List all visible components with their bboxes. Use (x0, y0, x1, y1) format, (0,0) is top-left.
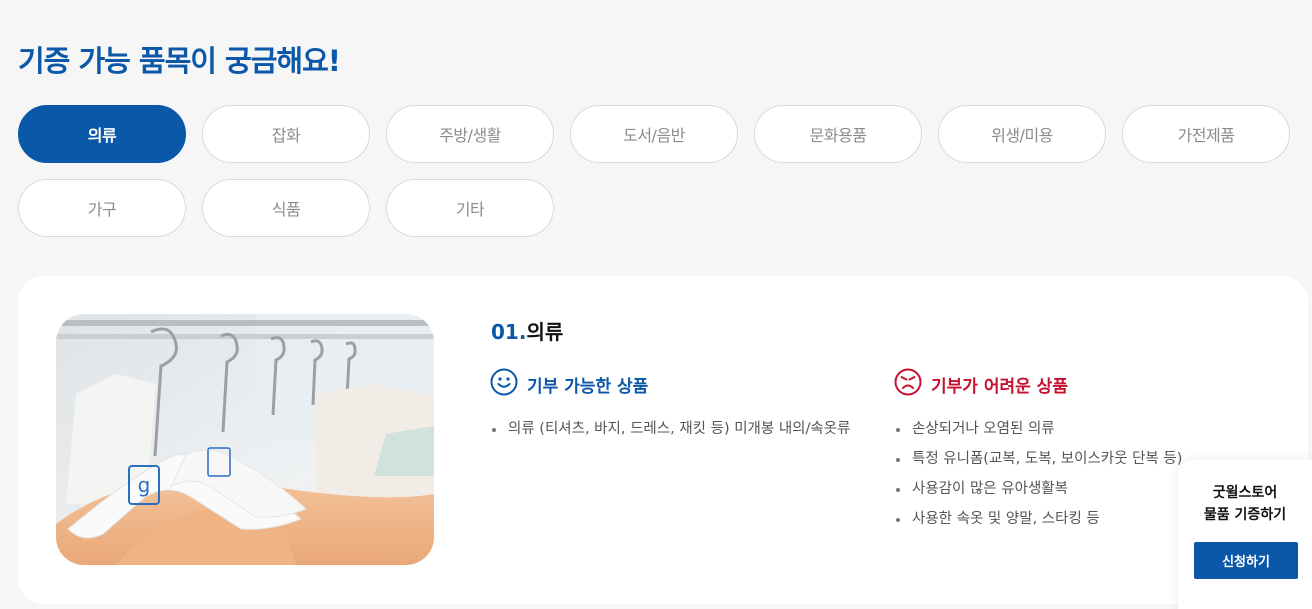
clothes-hanger-photo: g (56, 314, 434, 565)
list-item: 사용감이 많은 유아생활복 (894, 479, 1182, 499)
not-donatable-title: 기부가 어려운 상품 (931, 377, 1068, 397)
category-tab-furniture[interactable]: 가구 (18, 179, 186, 237)
category-name: 의류 (526, 320, 564, 344)
category-tab-etc[interactable]: 기타 (386, 179, 554, 237)
category-tab-books-music[interactable]: 도서/음반 (570, 105, 738, 163)
category-number: 01. (491, 320, 527, 344)
category-detail-card: g 01.의류 기부 가능한 상품 의류 (티셔츠, 바지, 드레스, 재킷 등… (18, 276, 1308, 604)
category-tab-clothing[interactable]: 의류 (18, 105, 186, 163)
floating-title: 굿윌스토어 (1212, 485, 1278, 501)
category-tab-hygiene-beauty[interactable]: 위생/미용 (938, 105, 1106, 163)
not-donatable-section: 기부가 어려운 상품 손상되거나 오염된 의류 특정 유니폼(교복, 도복, 보… (894, 368, 1182, 539)
category-tab-goods[interactable]: 잡화 (202, 105, 370, 163)
list-item: 특정 유니폼(교복, 도복, 보이스카웃 단복 등) (894, 449, 1182, 469)
category-tab-culture[interactable]: 문화용품 (754, 105, 922, 163)
category-tab-appliances[interactable]: 가전제품 (1122, 105, 1290, 163)
svg-text:g: g (138, 473, 151, 497)
smile-icon (490, 368, 518, 401)
apply-button[interactable]: 신청하기 (1194, 542, 1298, 579)
category-tab-food[interactable]: 식품 (202, 179, 370, 237)
category-heading: 01.의류 (491, 316, 563, 345)
donatable-title: 기부 가능한 상품 (527, 377, 649, 397)
list-item: 손상되거나 오염된 의류 (894, 419, 1182, 439)
category-tab-kitchen-living[interactable]: 주방/생활 (386, 105, 554, 163)
donatable-section: 기부 가능한 상품 의류 (티셔츠, 바지, 드레스, 재킷 등) 미개봉 내의… (490, 368, 850, 449)
category-tabs: 의류 잡화 주방/생활 도서/음반 문화용품 위생/미용 가전제품 가구 식품 … (18, 105, 1290, 237)
floating-donate-widget: 굿윌스토어 물품 기증하기 신청하기 (1178, 460, 1312, 609)
page-title: 기증 가능 품목이 궁금해요! (18, 44, 341, 78)
angry-face-icon (894, 368, 922, 401)
list-item: 의류 (티셔츠, 바지, 드레스, 재킷 등) 미개봉 내의/속옷류 (490, 419, 850, 439)
list-item: 사용한 속옷 및 양말, 스타킹 등 (894, 509, 1182, 529)
floating-subtitle: 물품 기증하기 (1203, 507, 1287, 523)
